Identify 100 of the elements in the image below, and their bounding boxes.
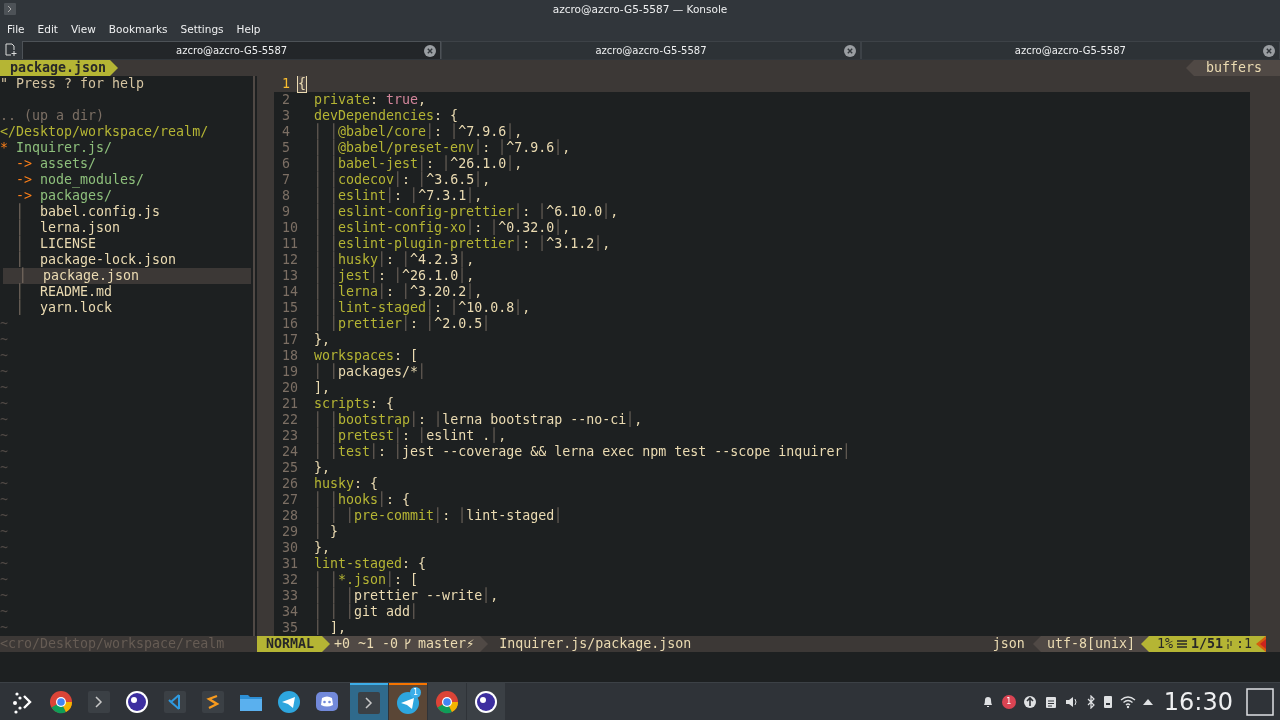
- indent-guide: │: [554, 140, 563, 156]
- folder-name[interactable]: Inquirer.js/: [16, 140, 113, 156]
- task-button[interactable]: [350, 683, 388, 720]
- indent-guide: │: [386, 572, 395, 588]
- clipboard-icon[interactable]: [1043, 694, 1058, 709]
- menu-item[interactable]: Edit: [32, 23, 63, 35]
- close-icon[interactable]: [424, 45, 437, 57]
- line-number: 14: [281, 284, 298, 300]
- indent-guide: │: [426, 300, 435, 315]
- indent-guide: │ │: [313, 444, 339, 460]
- line-number: 11: [281, 236, 298, 252]
- terminal-tab[interactable]: azcro@azcro-G5-5587: [860, 41, 1280, 59]
- close-icon[interactable]: [1263, 45, 1275, 57]
- expand-arrow-icon[interactable]: [1142, 697, 1153, 706]
- indent-guide: │ │ │: [313, 604, 355, 619]
- empty-line-marker: ~: [0, 508, 9, 524]
- close-icon[interactable]: [843, 45, 856, 57]
- cursor: {: [298, 76, 306, 92]
- json-value: ^3.6.5: [426, 172, 475, 187]
- empty-line-marker: ~: [0, 396, 9, 412]
- buffer-tab[interactable]: package.json: [0, 60, 111, 76]
- json-key: scripts: [298, 396, 371, 412]
- json-key: eslint-plugin-prettier: [338, 236, 515, 252]
- json-value: ^3.20.2: [410, 284, 467, 299]
- paper-plane-icon[interactable]: [277, 689, 301, 714]
- chat-app-icon[interactable]: [315, 689, 339, 714]
- indent-guide: │: [394, 428, 403, 443]
- indent-guide: │: [394, 172, 403, 188]
- code-text: :: [402, 428, 412, 444]
- menu-item[interactable]: Settings: [175, 23, 229, 35]
- code-text: ,: [466, 268, 475, 283]
- indent-guide: │: [482, 316, 491, 332]
- line-number: 13: [281, 268, 298, 284]
- terminal-icon[interactable]: [87, 689, 111, 714]
- menu-item[interactable]: View: [65, 23, 101, 35]
- terminal-tab[interactable]: azcro@azcro-G5-5587: [441, 41, 861, 59]
- code-text: :: [394, 188, 404, 204]
- line-number: 1: [281, 76, 291, 92]
- indent-guide: │: [418, 364, 427, 380]
- tree-marker: ->: [16, 156, 32, 172]
- update-icon[interactable]: [1022, 694, 1037, 709]
- empty-line-marker: ~: [0, 604, 9, 620]
- file-name[interactable]: package-lock.json: [40, 252, 177, 268]
- menu-item[interactable]: Help: [231, 23, 266, 35]
- task-button[interactable]: [428, 683, 466, 720]
- code-text: ,: [522, 300, 531, 316]
- json-value: packages/*: [338, 364, 419, 380]
- code-text: :: [434, 300, 444, 316]
- new-tab-icon[interactable]: [4, 43, 18, 57]
- indent-guide: │: [466, 188, 475, 204]
- volume-icon[interactable]: [1064, 694, 1079, 709]
- folder-name[interactable]: node_modules/: [40, 172, 145, 188]
- code-text: },: [313, 460, 331, 476]
- line-number: 8: [281, 188, 291, 204]
- indent-guide: │: [482, 588, 491, 604]
- indent-guide: │: [594, 236, 603, 252]
- browser-icon[interactable]: [49, 689, 73, 714]
- line-number: 12: [281, 252, 298, 268]
- file-name[interactable]: package.json: [43, 268, 140, 284]
- filetype: json: [992, 636, 1026, 652]
- text-editor-icon[interactable]: [201, 689, 225, 714]
- menu-item[interactable]: File: [2, 23, 30, 35]
- menu-item[interactable]: Bookmarks: [103, 23, 173, 35]
- line-number: 6: [281, 156, 291, 172]
- storage-icon[interactable]: [1102, 694, 1113, 709]
- indent-guide: │ │: [313, 204, 339, 219]
- line-number: 26: [281, 476, 298, 492]
- terminal-tab[interactable]: azcro@azcro-G5-5587: [22, 41, 442, 59]
- code-text: :: [426, 156, 436, 172]
- folder-name[interactable]: packages/: [40, 188, 113, 204]
- file-name[interactable]: lerna.json: [40, 220, 121, 236]
- json-key: lint-staged: [338, 300, 427, 316]
- json-value: ^26.1.0: [402, 268, 459, 283]
- indent-guide: │: [394, 268, 403, 284]
- file-name[interactable]: yarn.lock: [40, 300, 113, 316]
- selected-row[interactable]: │ package.json: [3, 268, 251, 284]
- code-text: :: [442, 508, 452, 524]
- file-name[interactable]: LICENSE: [40, 236, 97, 252]
- file-name[interactable]: README.md: [40, 284, 113, 300]
- json-value: lint-staged: [466, 508, 555, 524]
- json-boolean: true: [386, 92, 419, 108]
- file-name[interactable]: babel.config.js: [40, 204, 161, 220]
- indent-guide: │: [16, 204, 25, 219]
- indent-guide: │: [16, 220, 25, 235]
- json-key: eslint-config-xo: [338, 220, 467, 236]
- eye-app-icon[interactable]: [125, 689, 149, 714]
- show-desktop-icon[interactable]: [1246, 687, 1274, 716]
- json-key: eslint-config-prettier: [338, 204, 515, 220]
- empty-line-marker: ~: [0, 316, 9, 332]
- indent-guide: │ │: [313, 572, 339, 587]
- folder-name[interactable]: assets/: [40, 156, 97, 172]
- task-button[interactable]: [467, 683, 505, 720]
- wifi-icon[interactable]: [1119, 694, 1136, 709]
- code-editor-icon[interactable]: [163, 689, 187, 714]
- line-number: 10: [281, 220, 298, 236]
- json-value: ^4.2.3: [410, 252, 459, 268]
- bluetooth-icon[interactable]: [1085, 694, 1096, 709]
- clock[interactable]: 16:30: [1163, 687, 1233, 716]
- code-text: :: [378, 268, 388, 283]
- notification-badge[interactable]: 1: [1001, 694, 1016, 709]
